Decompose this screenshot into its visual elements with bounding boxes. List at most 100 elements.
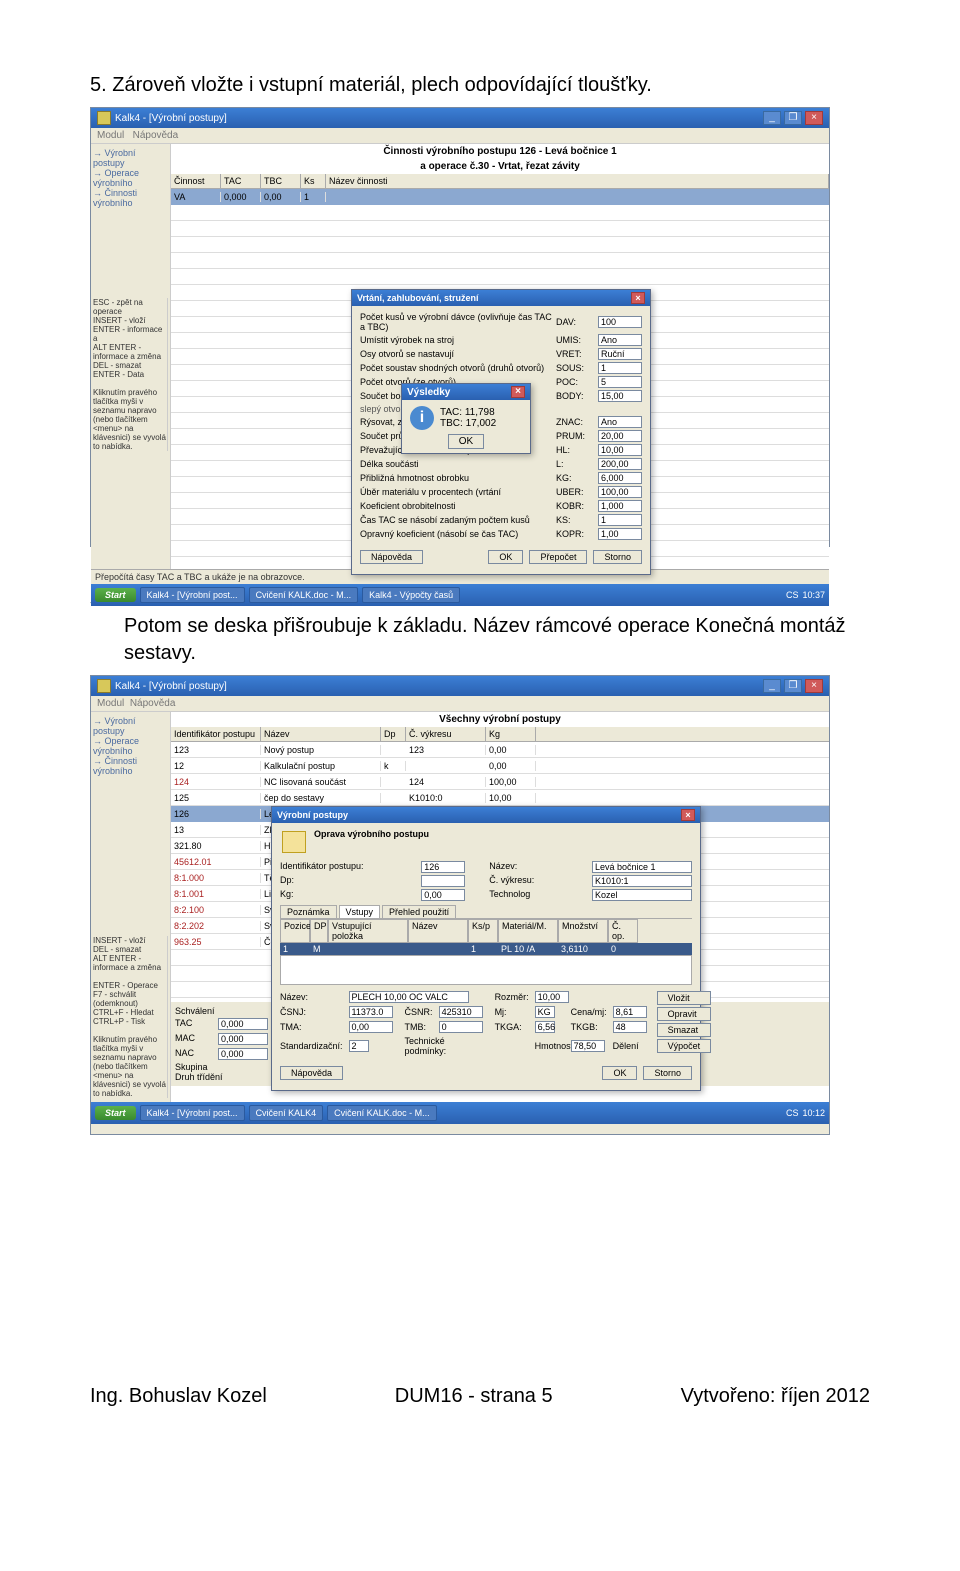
tab-vstupy[interactable]: Vstupy bbox=[339, 905, 381, 918]
input[interactable]: 0,00 bbox=[421, 889, 465, 901]
input[interactable]: 0 bbox=[439, 1021, 483, 1033]
start-button[interactable]: Start bbox=[95, 588, 136, 602]
maximize-icon[interactable]: ❐ bbox=[784, 679, 802, 693]
btn-ok[interactable]: OK bbox=[448, 434, 484, 449]
input[interactable]: 1 bbox=[598, 514, 642, 526]
input[interactable]: 5 bbox=[598, 376, 642, 388]
input[interactable]: KG bbox=[535, 1006, 555, 1018]
input[interactable]: 100,00 bbox=[598, 486, 642, 498]
select[interactable]: Ano bbox=[598, 334, 642, 346]
dlg-subtitle: Oprava výrobního postupu bbox=[314, 829, 429, 855]
btn-ok[interactable]: OK bbox=[488, 550, 523, 564]
close-icon[interactable]: × bbox=[805, 679, 823, 693]
cell: 45612.01 bbox=[171, 857, 261, 867]
grid-row[interactable]: 123Nový postup1230,00 bbox=[171, 742, 829, 758]
tree-vyrobni[interactable]: Výrobní postupy bbox=[93, 716, 168, 736]
grid-rows-1[interactable]: VA 0,000 0,00 1 Vrtání, zahlubování, str… bbox=[171, 189, 829, 569]
task-item[interactable]: Cvičení KALK4 bbox=[249, 1105, 324, 1121]
btn-opravit[interactable]: Opravit bbox=[657, 1007, 712, 1021]
input[interactable] bbox=[421, 875, 465, 887]
close-icon[interactable]: × bbox=[631, 292, 645, 304]
btn-prepocet[interactable]: Přepočet bbox=[529, 550, 587, 564]
grid-row[interactable]: 125čep do sestavyK1010:010,00 bbox=[171, 790, 829, 806]
input[interactable]: 78,50 bbox=[571, 1040, 605, 1052]
start-button[interactable]: Start bbox=[95, 1106, 136, 1120]
input[interactable]: 1,00 bbox=[598, 528, 642, 540]
task-item[interactable]: Cvičení KALK.doc - M... bbox=[249, 587, 359, 603]
help-line: ALT ENTER - informace a změna bbox=[93, 343, 167, 361]
tab-prehled[interactable]: Přehled použití bbox=[382, 905, 456, 918]
input[interactable]: PLECH 10,00 OC VALC bbox=[349, 991, 469, 1003]
input[interactable]: 2 bbox=[349, 1040, 369, 1052]
input[interactable]: 10,00 bbox=[598, 444, 642, 456]
maximize-icon[interactable]: ❐ bbox=[784, 111, 802, 125]
task-item[interactable]: Cvičení KALK.doc - M... bbox=[327, 1105, 437, 1121]
task-item[interactable]: Kalk4 - [Výrobní post... bbox=[140, 587, 245, 603]
input[interactable]: 126 bbox=[421, 861, 465, 873]
dlg-title: Vrtání, zahlubování, stružení bbox=[357, 293, 479, 303]
list-row[interactable]: 1 M 1 PL 10 /A 3,6110 0 bbox=[280, 943, 692, 955]
grid-row[interactable]: VA 0,000 0,00 1 bbox=[171, 189, 829, 205]
menu-help[interactable]: Nápověda bbox=[130, 698, 176, 709]
input[interactable]: 1,000 bbox=[598, 500, 642, 512]
tree-vyrobni[interactable]: Výrobní postupy bbox=[93, 148, 168, 168]
title-1: Kalk4 - [Výrobní postupy] bbox=[115, 113, 227, 124]
select[interactable]: Ano bbox=[598, 416, 642, 428]
title-2: Kalk4 - [Výrobní postupy] bbox=[115, 681, 227, 692]
btn-napoveda[interactable]: Nápověda bbox=[360, 550, 423, 564]
tree-1: Výrobní postupy Operace výrobního Činnos… bbox=[91, 144, 171, 569]
help-line: Kliknutím pravého tlačítka myši v seznam… bbox=[93, 1035, 167, 1098]
grid-row[interactable]: 124NC lisovaná součást124100,00 bbox=[171, 774, 829, 790]
close-icon[interactable]: × bbox=[681, 809, 695, 821]
col: Ks bbox=[301, 174, 326, 188]
btn-napoveda[interactable]: Nápověda bbox=[280, 1066, 343, 1080]
close-icon[interactable]: × bbox=[511, 386, 525, 398]
btn-storno[interactable]: Storno bbox=[593, 550, 642, 564]
instr-5: 5. Zároveň vložte i vstupní materiál, pl… bbox=[90, 72, 870, 99]
input[interactable]: 200,00 bbox=[598, 458, 642, 470]
input[interactable]: 6,56 bbox=[535, 1021, 555, 1033]
menu-modul[interactable]: Modul bbox=[97, 130, 124, 141]
input[interactable]: 8,61 bbox=[613, 1006, 647, 1018]
input[interactable]: 0,00 bbox=[349, 1021, 393, 1033]
input[interactable]: K1010:1 bbox=[592, 875, 692, 887]
task-item[interactable]: Kalk4 - [Výrobní post... bbox=[140, 1105, 245, 1121]
input[interactable]: 11373.0 bbox=[349, 1006, 393, 1018]
menubar-2: Modul Nápověda bbox=[91, 696, 829, 712]
task-item[interactable]: Kalk4 - Výpočty časů bbox=[362, 587, 460, 603]
select[interactable]: Ruční bbox=[598, 348, 642, 360]
cell: 0 bbox=[608, 943, 638, 955]
close-icon[interactable]: × bbox=[805, 111, 823, 125]
btn-vypocet[interactable]: Výpočet bbox=[657, 1039, 712, 1053]
lang-indicator[interactable]: CS bbox=[786, 590, 799, 600]
tree-cinnosti[interactable]: Činnosti výrobního bbox=[93, 756, 168, 776]
btn-ok[interactable]: OK bbox=[602, 1066, 637, 1080]
input[interactable]: 6,000 bbox=[598, 472, 642, 484]
btn-smazat[interactable]: Smazat bbox=[657, 1023, 712, 1037]
lang-indicator[interactable]: CS bbox=[786, 1108, 799, 1118]
app-icon bbox=[97, 111, 111, 125]
input[interactable]: Levá bočnice 1 bbox=[592, 861, 692, 873]
tree-cinnosti[interactable]: Činnosti výrobního bbox=[93, 188, 168, 208]
minimize-icon[interactable]: _ bbox=[763, 111, 781, 125]
menu-help[interactable]: Nápověda bbox=[133, 130, 179, 141]
input[interactable]: 10,00 bbox=[535, 991, 569, 1003]
input[interactable]: 20,00 bbox=[598, 430, 642, 442]
tree-operace[interactable]: Operace výrobního bbox=[93, 168, 168, 188]
tab-poznamka[interactable]: Poznámka bbox=[280, 905, 337, 918]
input[interactable]: 1 bbox=[598, 362, 642, 374]
input[interactable]: 100 bbox=[598, 316, 642, 328]
input[interactable]: 15,00 bbox=[598, 390, 642, 402]
minimize-icon[interactable]: _ bbox=[763, 679, 781, 693]
lbl: TBC: bbox=[440, 418, 463, 429]
btn-vlozit[interactable]: Vložit bbox=[657, 991, 712, 1005]
help-line: ESC - zpět na operace bbox=[93, 298, 167, 316]
tree-operace[interactable]: Operace výrobního bbox=[93, 736, 168, 756]
input[interactable]: 48 bbox=[613, 1021, 647, 1033]
input[interactable]: Kozel bbox=[592, 889, 692, 901]
menu-modul[interactable]: Modul bbox=[97, 698, 124, 709]
input[interactable]: 425310 bbox=[439, 1006, 483, 1018]
btn-storno[interactable]: Storno bbox=[643, 1066, 692, 1080]
lbl: Rozměr: bbox=[495, 992, 529, 1002]
grid-row[interactable]: 12Kalkulační postupk0,00 bbox=[171, 758, 829, 774]
